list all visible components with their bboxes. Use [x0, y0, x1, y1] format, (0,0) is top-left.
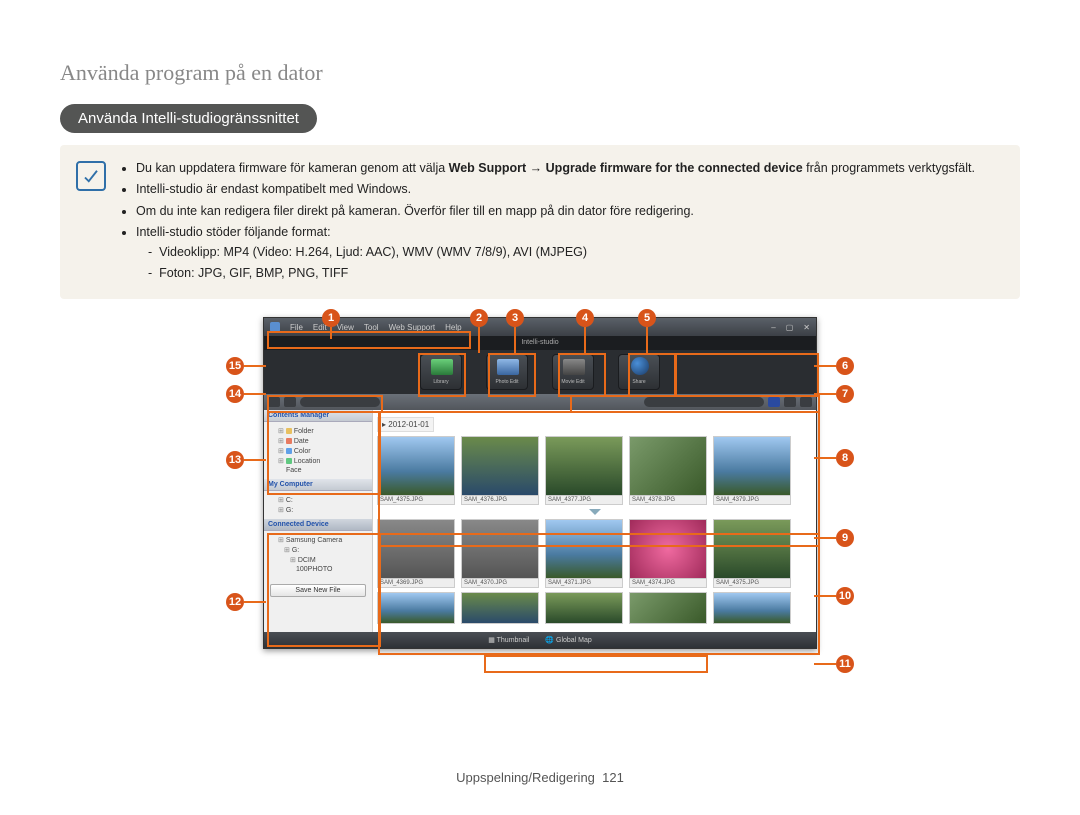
page-footer: Uppspelning/Redigering 121 — [0, 770, 1080, 785]
callout-14: 14 — [226, 385, 244, 403]
app-window: File Edit View Tool Web Support Help – ▢… — [263, 317, 817, 649]
filter-video-icon[interactable] — [800, 397, 812, 407]
menu-tool[interactable]: Tool — [364, 323, 379, 332]
thumb[interactable] — [377, 519, 455, 579]
info-line-3: Om du inte kan redigera filer direkt på … — [136, 202, 1004, 221]
dev-dcim[interactable]: DCIM — [270, 555, 366, 565]
side-date[interactable]: Date — [270, 436, 366, 446]
thumb[interactable] — [713, 519, 791, 579]
info-sub-1: Videoklipp: MP4 (Video: H.264, Ljud: AAC… — [148, 243, 1004, 262]
side-face[interactable]: Face — [270, 466, 366, 475]
control-strip — [264, 394, 816, 410]
thumb[interactable] — [629, 519, 707, 579]
sidebar-head-contents[interactable]: Contents Manager — [264, 410, 372, 422]
side-c[interactable]: C: — [270, 495, 366, 505]
thumb[interactable] — [461, 592, 539, 624]
bottom-bar: ▦ Thumbnail 🌐 Global Map — [264, 632, 816, 648]
tab-globalmap[interactable]: 🌐 Global Map — [545, 636, 591, 644]
menu-view[interactable]: View — [337, 323, 354, 332]
sidebar: Contents Manager Folder Date Color Locat… — [264, 410, 373, 632]
callout-13: 13 — [226, 451, 244, 469]
info-sub-2: Foton: JPG, GIF, BMP, PNG, TIFF — [148, 264, 1004, 283]
date-header[interactable]: ▸ 2012-01-01 — [377, 417, 434, 432]
dev-camera[interactable]: Samsung Camera — [270, 535, 366, 545]
menu-websupport[interactable]: Web Support — [389, 323, 436, 332]
gallery: ▸ 2012-01-01 SAM_4375.JPG SAM_4376.JPG S… — [373, 410, 816, 632]
callout-9: 9 — [836, 529, 854, 547]
save-new-file-button[interactable]: Save New File — [270, 584, 366, 597]
thumb[interactable] — [545, 436, 623, 496]
side-g[interactable]: G: — [270, 505, 366, 515]
info-box: Du kan uppdatera firmware för kameran ge… — [60, 145, 1020, 299]
top-btn-movieedit[interactable]: Movie Edit — [552, 354, 594, 390]
sidebar-head-mycomputer[interactable]: My Computer — [264, 479, 372, 491]
window-max-icon[interactable]: ▢ — [786, 323, 794, 332]
menubar: File Edit View Tool Web Support Help – ▢… — [264, 318, 816, 336]
callout-11: 11 — [836, 655, 854, 673]
callout-12: 12 — [226, 593, 244, 611]
callout-6: 6 — [836, 357, 854, 375]
side-location[interactable]: Location — [270, 456, 366, 466]
thumb[interactable] — [461, 436, 539, 496]
page-title: Använda program på en dator — [60, 60, 1020, 86]
menu-file[interactable]: File — [290, 323, 303, 332]
window-close-icon[interactable]: ✕ — [803, 323, 810, 332]
zoom-slider[interactable] — [644, 397, 764, 407]
window-min-icon[interactable]: – — [771, 323, 775, 332]
info-line-1: Du kan uppdatera firmware för kameran ge… — [136, 159, 1004, 178]
section-heading: Använda Intelli-studiogränssnittet — [60, 104, 317, 133]
thumb[interactable] — [713, 592, 791, 624]
thumb[interactable] — [713, 436, 791, 496]
dev-g[interactable]: G: — [270, 545, 366, 555]
thumb[interactable] — [629, 436, 707, 496]
thumb[interactable] — [461, 519, 539, 579]
nav-back-icon[interactable] — [268, 397, 280, 407]
sidebar-head-device[interactable]: Connected Device — [264, 519, 372, 531]
thumb[interactable] — [545, 519, 623, 579]
top-btn-library[interactable]: Library — [420, 354, 462, 390]
filter-all-icon[interactable] — [768, 397, 780, 407]
thumb[interactable] — [545, 592, 623, 624]
dev-100photo[interactable]: 100PHOTO — [270, 565, 366, 574]
callout-7: 7 — [836, 385, 854, 403]
top-btn-photoedit[interactable]: Photo Edit — [486, 354, 528, 390]
callout-15: 15 — [226, 357, 244, 375]
info-line-2: Intelli-studio är endast kompatibelt med… — [136, 180, 1004, 199]
side-color[interactable]: Color — [270, 446, 366, 456]
info-line-4: Intelli-studio stöder följande format: V… — [136, 223, 1004, 283]
thumb[interactable] — [377, 436, 455, 496]
note-icon — [76, 161, 106, 191]
thumb[interactable] — [629, 592, 707, 624]
path-box[interactable] — [300, 397, 380, 407]
thumb[interactable] — [377, 592, 455, 624]
side-folder[interactable]: Folder — [270, 426, 366, 436]
top-buttons: Library Photo Edit Movie Edit Share — [264, 350, 816, 394]
separator[interactable] — [377, 509, 812, 519]
callout-8: 8 — [836, 449, 854, 467]
callout-10: 10 — [836, 587, 854, 605]
menu-help[interactable]: Help — [445, 323, 461, 332]
tab-thumbnail[interactable]: ▦ Thumbnail — [488, 636, 529, 644]
branding: Intelli-studio — [264, 336, 816, 350]
filter-photo-icon[interactable] — [784, 397, 796, 407]
top-btn-share[interactable]: Share — [618, 354, 660, 390]
nav-fwd-icon[interactable] — [284, 397, 296, 407]
